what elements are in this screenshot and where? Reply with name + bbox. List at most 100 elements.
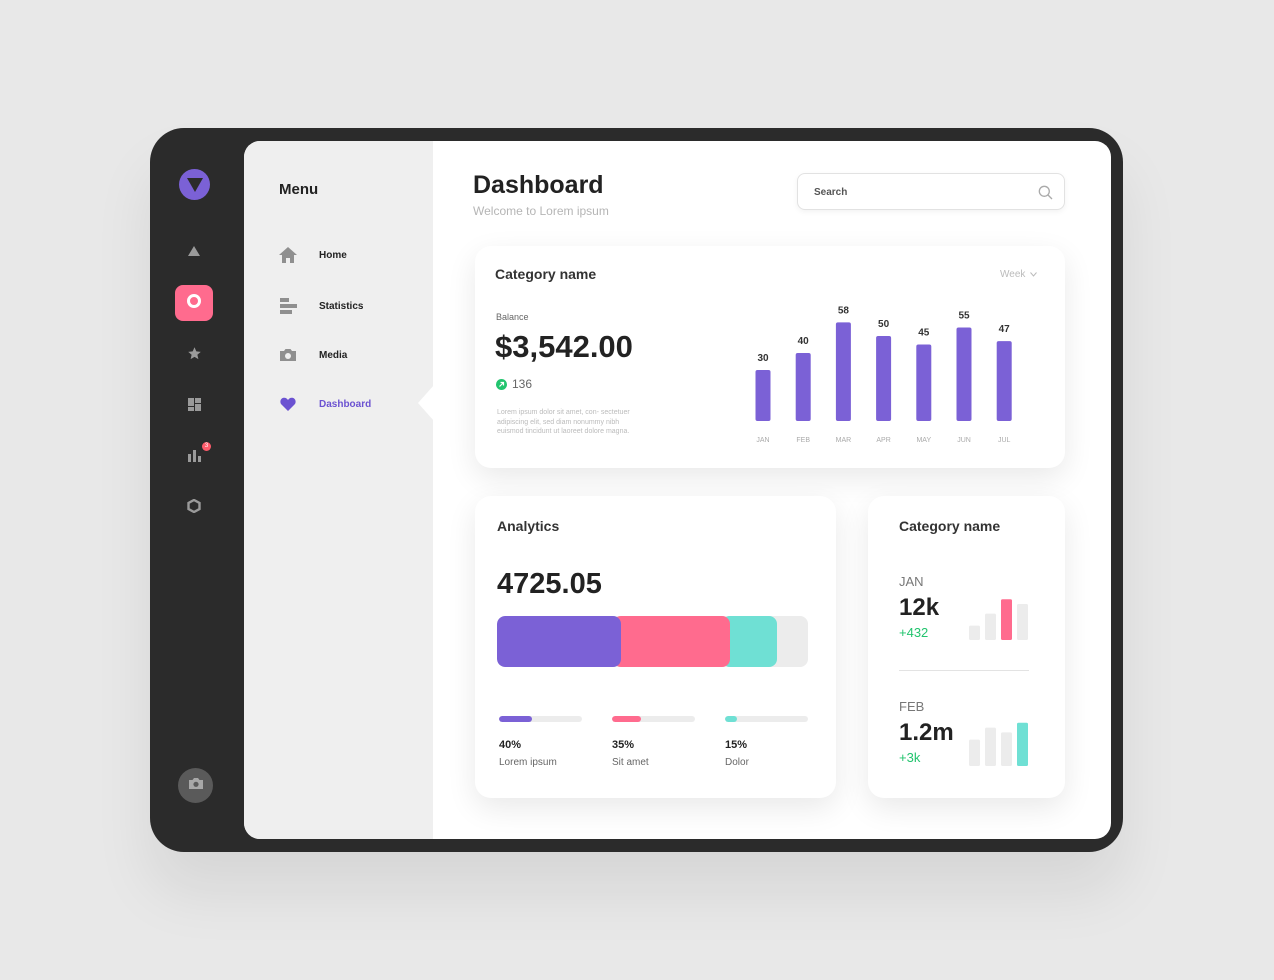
analytics-title: Analytics — [497, 518, 560, 534]
heart-icon — [279, 395, 297, 413]
balance-card: Category name Week Balance $3,542.00 136… — [475, 246, 1065, 468]
tick-label: JAN — [756, 437, 769, 444]
mini-bar — [1001, 732, 1012, 766]
divider — [899, 670, 1029, 671]
notification-badge: 3 — [202, 442, 211, 451]
tick-label: JUL — [998, 437, 1011, 444]
menu-active-pointer — [418, 385, 434, 421]
menu-item-label: Dashboard — [319, 398, 372, 410]
search-input[interactable] — [814, 184, 1024, 200]
legend-fill — [612, 716, 642, 722]
legend-item: 15% Dolor — [725, 716, 808, 768]
page-subtitle: Welcome to Lorem ipsum — [473, 204, 609, 218]
bar — [916, 344, 932, 421]
data-label: 30 — [757, 353, 769, 364]
data-label: 47 — [999, 324, 1011, 335]
data-label: 58 — [838, 305, 850, 316]
legend-label: Dolor — [725, 757, 749, 768]
search-box[interactable] — [797, 173, 1065, 210]
arrow-up-icon — [496, 378, 507, 390]
balance-change-value: 136 — [512, 377, 533, 391]
legend-item: 40% Lorem ipsum — [499, 716, 582, 768]
record-icon — [187, 293, 201, 313]
menu-item-label: Statistics — [319, 300, 364, 312]
device-frame: 3 Menu Home Statistics Media Dashboard D… — [150, 128, 1123, 852]
menu-item-media[interactable]: Media — [279, 343, 419, 367]
legend-track — [499, 716, 582, 722]
legend-track — [725, 716, 808, 722]
segment-0 — [497, 616, 622, 667]
mini-bar — [985, 613, 996, 640]
rail-item-record[interactable] — [175, 285, 213, 321]
search-icon[interactable] — [1038, 185, 1053, 205]
rail-item-star[interactable] — [175, 338, 213, 374]
mini-bar-chart — [969, 599, 1028, 640]
chevron-down-icon — [1030, 269, 1038, 280]
app-screen: Menu Home Statistics Media Dashboard Das… — [244, 141, 1111, 839]
tick-label: APR — [876, 437, 890, 444]
hexagon-icon — [187, 498, 201, 518]
mini-bar — [985, 727, 996, 766]
mini-bar — [969, 625, 980, 640]
data-label: 40 — [798, 336, 810, 347]
bar — [755, 370, 771, 421]
legend-percent: 40% — [499, 739, 522, 751]
statistics-icon — [279, 297, 297, 315]
menu-item-dashboard[interactable]: Dashboard — [279, 392, 419, 416]
data-label: 50 — [878, 319, 890, 330]
rail-item-triangle[interactable] — [175, 234, 213, 270]
menu-item-label: Media — [319, 349, 348, 361]
balance-card-title: Category name — [495, 266, 597, 282]
menu-panel: Menu Home Statistics Media Dashboard — [244, 141, 434, 839]
category-card-title: Category name — [899, 518, 1001, 534]
data-label: 45 — [918, 328, 930, 339]
tick-label: FEB — [796, 437, 810, 444]
bar — [956, 327, 972, 421]
legend-item: 35% Sit amet — [612, 716, 695, 768]
period-dropdown[interactable]: Week — [1000, 269, 1038, 280]
balance-change: 136 — [496, 377, 532, 391]
mini-bar — [1001, 599, 1012, 640]
mini-bar — [1017, 604, 1028, 640]
legend-label: Sit amet — [612, 757, 649, 768]
balance-label: Balance — [496, 312, 529, 322]
camera-icon — [188, 777, 204, 795]
legend-label: Lorem ipsum — [499, 757, 557, 768]
legend-percent: 35% — [612, 739, 635, 751]
mini-bar-chart — [969, 722, 1028, 766]
tick-label: MAR — [836, 437, 852, 444]
period-label: Week — [1000, 269, 1026, 280]
analytics-value: 4725.05 — [497, 568, 602, 600]
mini-bar — [969, 739, 980, 766]
legend-fill — [725, 716, 738, 722]
rail-item-layout[interactable] — [175, 389, 213, 425]
page-title: Dashboard — [473, 171, 604, 199]
segment-1 — [613, 616, 731, 667]
entry-month: JAN — [899, 574, 924, 589]
menu-item-home[interactable]: Home — [279, 243, 419, 267]
category-card: Category name JAN 12k +432 FEB 1.2m +3k — [868, 496, 1065, 798]
legend-percent: 15% — [725, 739, 748, 751]
triangle-icon — [188, 243, 200, 261]
menu-item-label: Home — [319, 249, 347, 261]
logo-icon[interactable] — [179, 169, 210, 200]
bar — [996, 341, 1012, 421]
mini-bar — [1017, 722, 1028, 766]
camera-icon — [279, 346, 297, 364]
monthly-bar-chart: 30 JAN 40 FEB 58 MAR 50 APR 45 MAY 55 JUN 47 JUL — [755, 305, 1012, 444]
bar — [876, 336, 892, 421]
tick-label: MAY — [916, 437, 931, 444]
entry-month: FEB — [899, 699, 925, 714]
bar — [835, 322, 851, 421]
menu-title: Menu — [279, 181, 319, 198]
data-label: 55 — [958, 311, 970, 322]
segment-2 — [722, 616, 777, 667]
rail-camera-button[interactable] — [178, 768, 213, 803]
menu-item-statistics[interactable]: Statistics — [279, 294, 419, 318]
tick-label: JUN — [957, 437, 971, 444]
legend-fill — [499, 716, 533, 722]
legend-track — [612, 716, 695, 722]
balance-description: Lorem ipsum dolor sit amet, con- sectetu… — [497, 409, 630, 435]
rail-item-hexagon[interactable] — [175, 490, 213, 526]
analytics-card: Analytics 4725.05 40% Lorem ipsum 35% Si… — [475, 496, 836, 798]
